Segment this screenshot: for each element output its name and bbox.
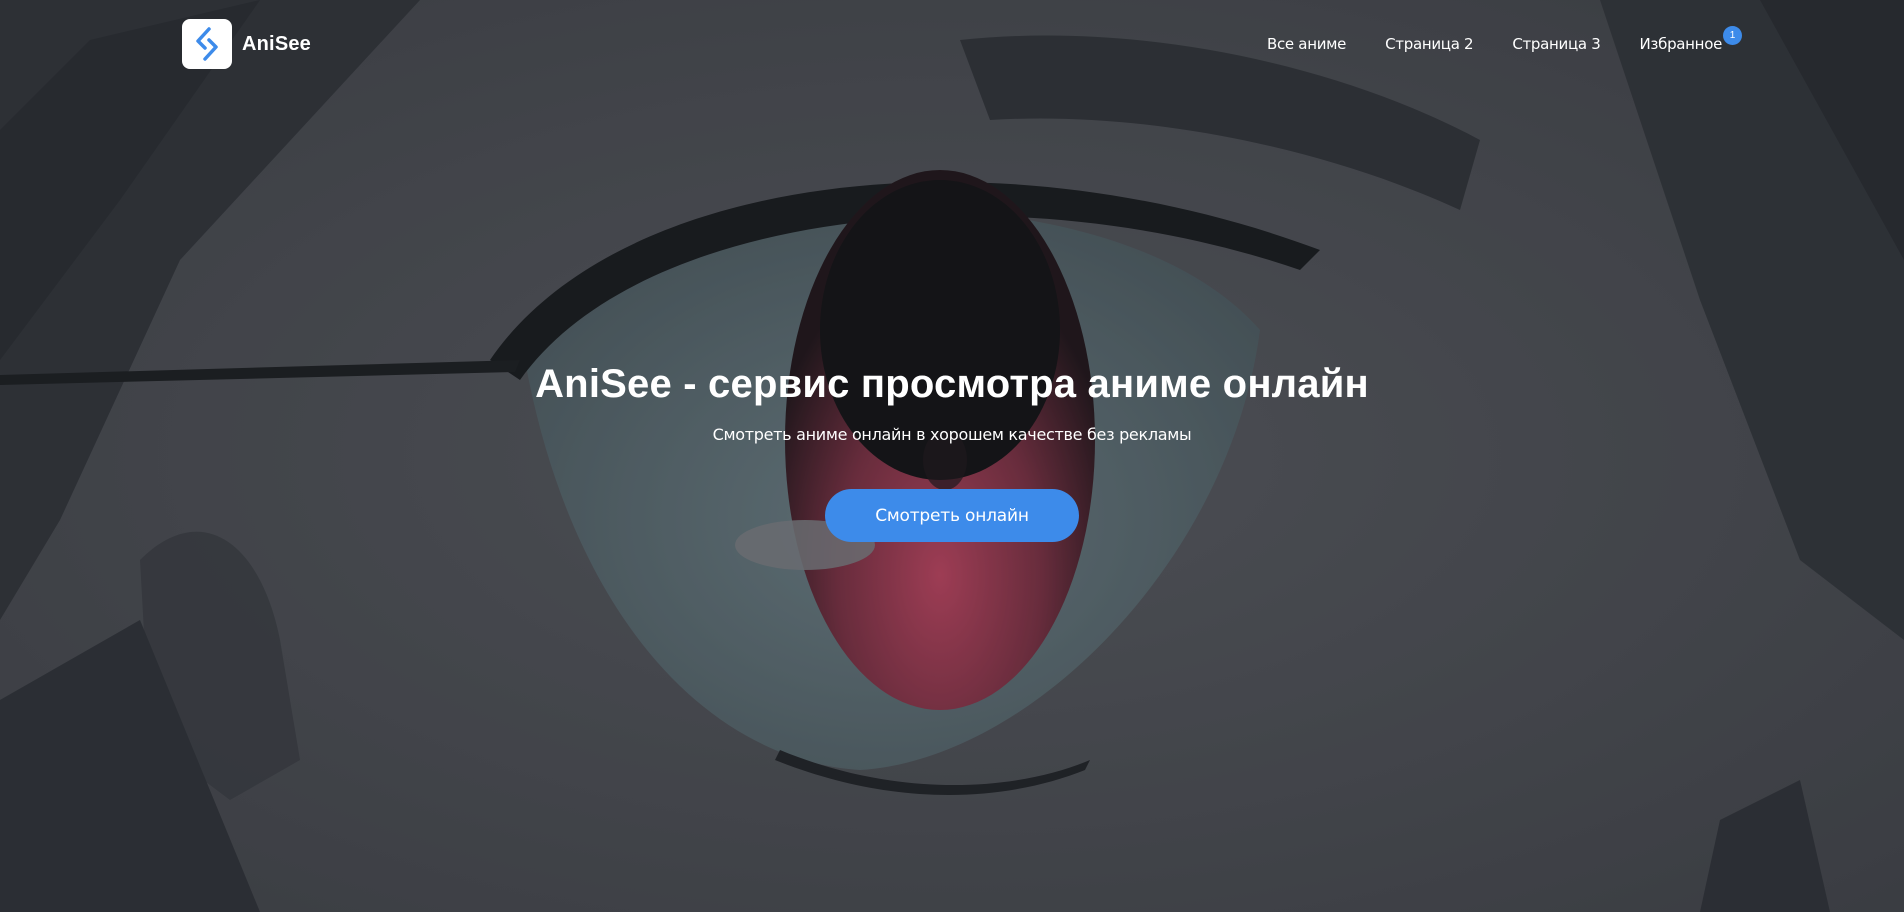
site-header: AniSee Все аниме Страница 2 Страница 3 И…: [0, 0, 1904, 90]
nav-item-all-anime[interactable]: Все аниме: [1267, 35, 1346, 53]
watch-online-button[interactable]: Смотреть онлайн: [825, 489, 1079, 542]
anisee-logo-icon: [182, 19, 232, 69]
main-nav: Все аниме Страница 2 Страница 3 Избранно…: [1267, 26, 1742, 53]
nav-item-favorites-label: Избранное: [1639, 35, 1723, 53]
nav-item-page-2[interactable]: Страница 2: [1385, 35, 1474, 53]
hero-section: AniSee - сервис просмотра аниме онлайн С…: [0, 360, 1904, 542]
logo-text: AniSee: [242, 32, 312, 55]
nav-item-favorites[interactable]: Избранное 1: [1639, 26, 1742, 53]
nav-item-page-3[interactable]: Страница 3: [1512, 35, 1601, 53]
logo-link[interactable]: AniSee: [182, 19, 311, 69]
favorites-count-badge: 1: [1723, 26, 1742, 45]
hero-title: AniSee - сервис просмотра аниме онлайн: [535, 362, 1369, 406]
hero-subtitle: Смотреть аниме онлайн в хорошем качестве…: [712, 425, 1192, 444]
